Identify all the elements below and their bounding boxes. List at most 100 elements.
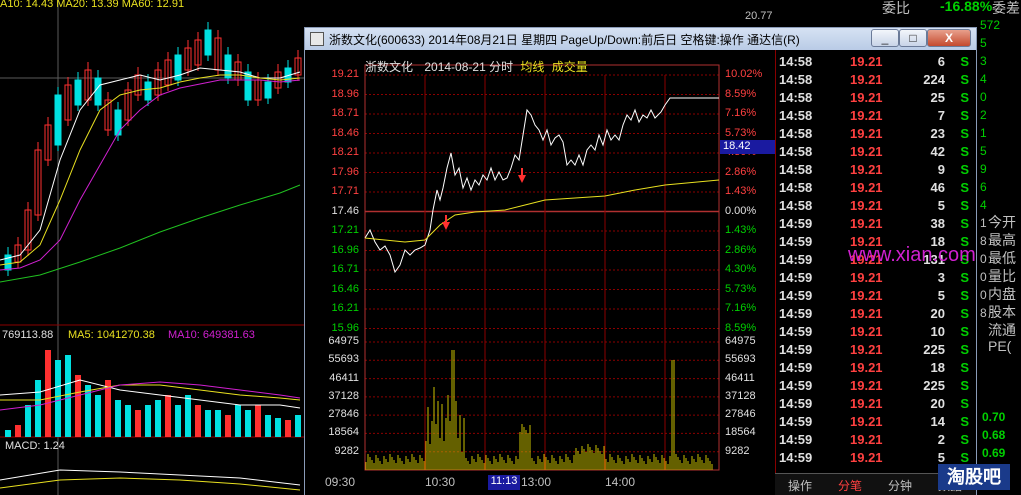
tick-time: 14:59 (779, 414, 813, 429)
bg-volume-bar (25, 405, 31, 437)
tick-price: 19.21 (850, 342, 883, 357)
volume-tick-label-right: 37128 (725, 389, 756, 402)
info-side-value: 4 (980, 72, 987, 86)
volume-tick-label: 37128 (328, 389, 359, 402)
info-side-value: 0 (980, 288, 987, 302)
tick-price: 19.21 (850, 288, 883, 303)
tick-volume: 14 (930, 414, 945, 429)
tick-price: 19.21 (850, 396, 883, 411)
bg-volume-bar (225, 415, 231, 437)
title-bar[interactable]: 浙数文化(600633) 2014年08月21日 星期四 PageUp/Down… (305, 28, 976, 50)
info-side-value: 1 (980, 216, 987, 230)
info-side-value: 8 (980, 234, 987, 248)
tick-price: 19.21 (850, 54, 883, 69)
percent-tick-label: 8.59% (725, 321, 757, 334)
bg-volume-bar (35, 380, 41, 437)
price-tick-label: 18.21 (331, 146, 359, 158)
info-side-value: 0 (980, 252, 987, 266)
tick-direction: S (960, 90, 969, 105)
bg-volume-bar (135, 410, 141, 437)
tab-minutes[interactable]: 分钟 (875, 477, 925, 494)
intraday-chart[interactable]: 浙数文化 2014-08-21 分时 均线 成交量 19.21 18.96 18.7… (305, 50, 775, 495)
tick-row: 14:58 19.21 5 S (776, 197, 977, 215)
percent-tick-label: 1.43% (725, 185, 757, 197)
minimize-button[interactable]: _ (871, 29, 899, 47)
tab-ticks[interactable]: 分笔 (825, 477, 875, 494)
tick-row: 14:59 19.21 18 S (776, 359, 977, 377)
tick-price: 19.21 (850, 180, 883, 195)
info-side-value: 2 (980, 108, 987, 122)
volume-tick-label: 18564 (328, 426, 359, 439)
close-button[interactable]: X (927, 29, 971, 47)
tick-volume: 38 (930, 216, 945, 231)
tick-volume: 3 (937, 270, 945, 285)
volume-ma5: MA5: 1041270.38 (68, 329, 155, 341)
tick-price: 19.21 (850, 216, 883, 231)
tick-row: 14:59 19.21 10 S (776, 323, 977, 341)
tick-direction: S (960, 414, 969, 429)
percent-tick-label: 1.43% (725, 224, 757, 236)
info-side-value: 5 (980, 144, 987, 158)
tick-row: 14:58 19.21 9 S (776, 161, 977, 179)
tab-operate[interactable]: 操作 (775, 477, 825, 494)
tick-direction: S (960, 216, 969, 231)
volume-value: 769113.88 (2, 329, 54, 341)
info-label: 今开 (988, 214, 1016, 230)
tick-volume: 25 (930, 90, 945, 105)
ma-legend: A10: 14.43 MA20: 13.39 MA60: 12.91 (0, 0, 185, 10)
tick-row: 14:59 19.21 225 S (776, 377, 977, 395)
tick-volume: 6 (937, 54, 945, 69)
price-tick-label: 16.46 (331, 282, 359, 295)
info-side-value: 4 (980, 198, 987, 212)
tick-time: 14:58 (779, 180, 813, 195)
info-side-value: 0 (980, 270, 987, 284)
tick-row: 14:58 19.21 25 S (776, 89, 977, 107)
tick-price: 19.21 (850, 432, 883, 447)
info-side-value: 6 (980, 180, 987, 194)
chart-header: 浙数文化 2014-08-21 分时 均线 成交量 (365, 58, 588, 75)
info-side-value: 0 (980, 90, 987, 104)
chart-canvas (364, 64, 720, 471)
tick-price: 19.21 (850, 90, 883, 105)
percent-tick-label: 2.86% (725, 165, 757, 178)
tick-time: 14:59 (779, 324, 813, 339)
bg-volume-bar (245, 410, 251, 437)
watermark-text: www.xian.com (848, 244, 976, 266)
bg-candle (74, 79, 82, 106)
percent-tick-label: 2.86% (725, 243, 757, 256)
app-icon (310, 32, 324, 46)
tick-time: 14:59 (779, 306, 813, 321)
bg-volume-bar (285, 420, 291, 437)
tick-time: 14:59 (779, 360, 813, 375)
avg-line-label: 均线 (520, 60, 545, 74)
tick-price: 19.21 (850, 108, 883, 123)
tick-row: 14:58 19.21 224 S (776, 71, 977, 89)
tick-direction: S (960, 198, 969, 213)
bg-volume-bar (295, 415, 301, 437)
bg-volume-bar (165, 395, 171, 437)
background-kline-chart (0, 0, 304, 495)
info-side-value: 1 (980, 126, 987, 140)
bg-volume-bar (205, 410, 211, 437)
bg-candle (204, 29, 212, 56)
tick-row: 14:58 19.21 6 S (776, 53, 977, 71)
tick-time: 14:59 (779, 432, 813, 447)
info-label: PE( (988, 338, 1012, 354)
price-tick-label: 19.21 (331, 68, 359, 80)
price-tick-label: 16.71 (331, 263, 359, 275)
tick-time: 14:58 (779, 54, 813, 69)
bg-volume-bar (5, 430, 11, 437)
maximize-button[interactable]: □ (899, 29, 927, 47)
tick-volume: 224 (923, 72, 945, 87)
bg-volume-bar (75, 375, 81, 437)
tick-time: 14:58 (779, 144, 813, 159)
tick-time: 14:59 (779, 450, 813, 465)
tick-row: 14:58 19.21 46 S (776, 179, 977, 197)
tick-direction: S (960, 342, 969, 357)
tick-direction: S (960, 288, 969, 303)
percent-tick-label: 4.30% (725, 263, 757, 275)
bg-volume-bar (15, 425, 21, 437)
tick-time: 14:59 (779, 234, 813, 249)
bg-candle (54, 94, 62, 146)
price-tick-label: 15.96 (331, 321, 359, 334)
